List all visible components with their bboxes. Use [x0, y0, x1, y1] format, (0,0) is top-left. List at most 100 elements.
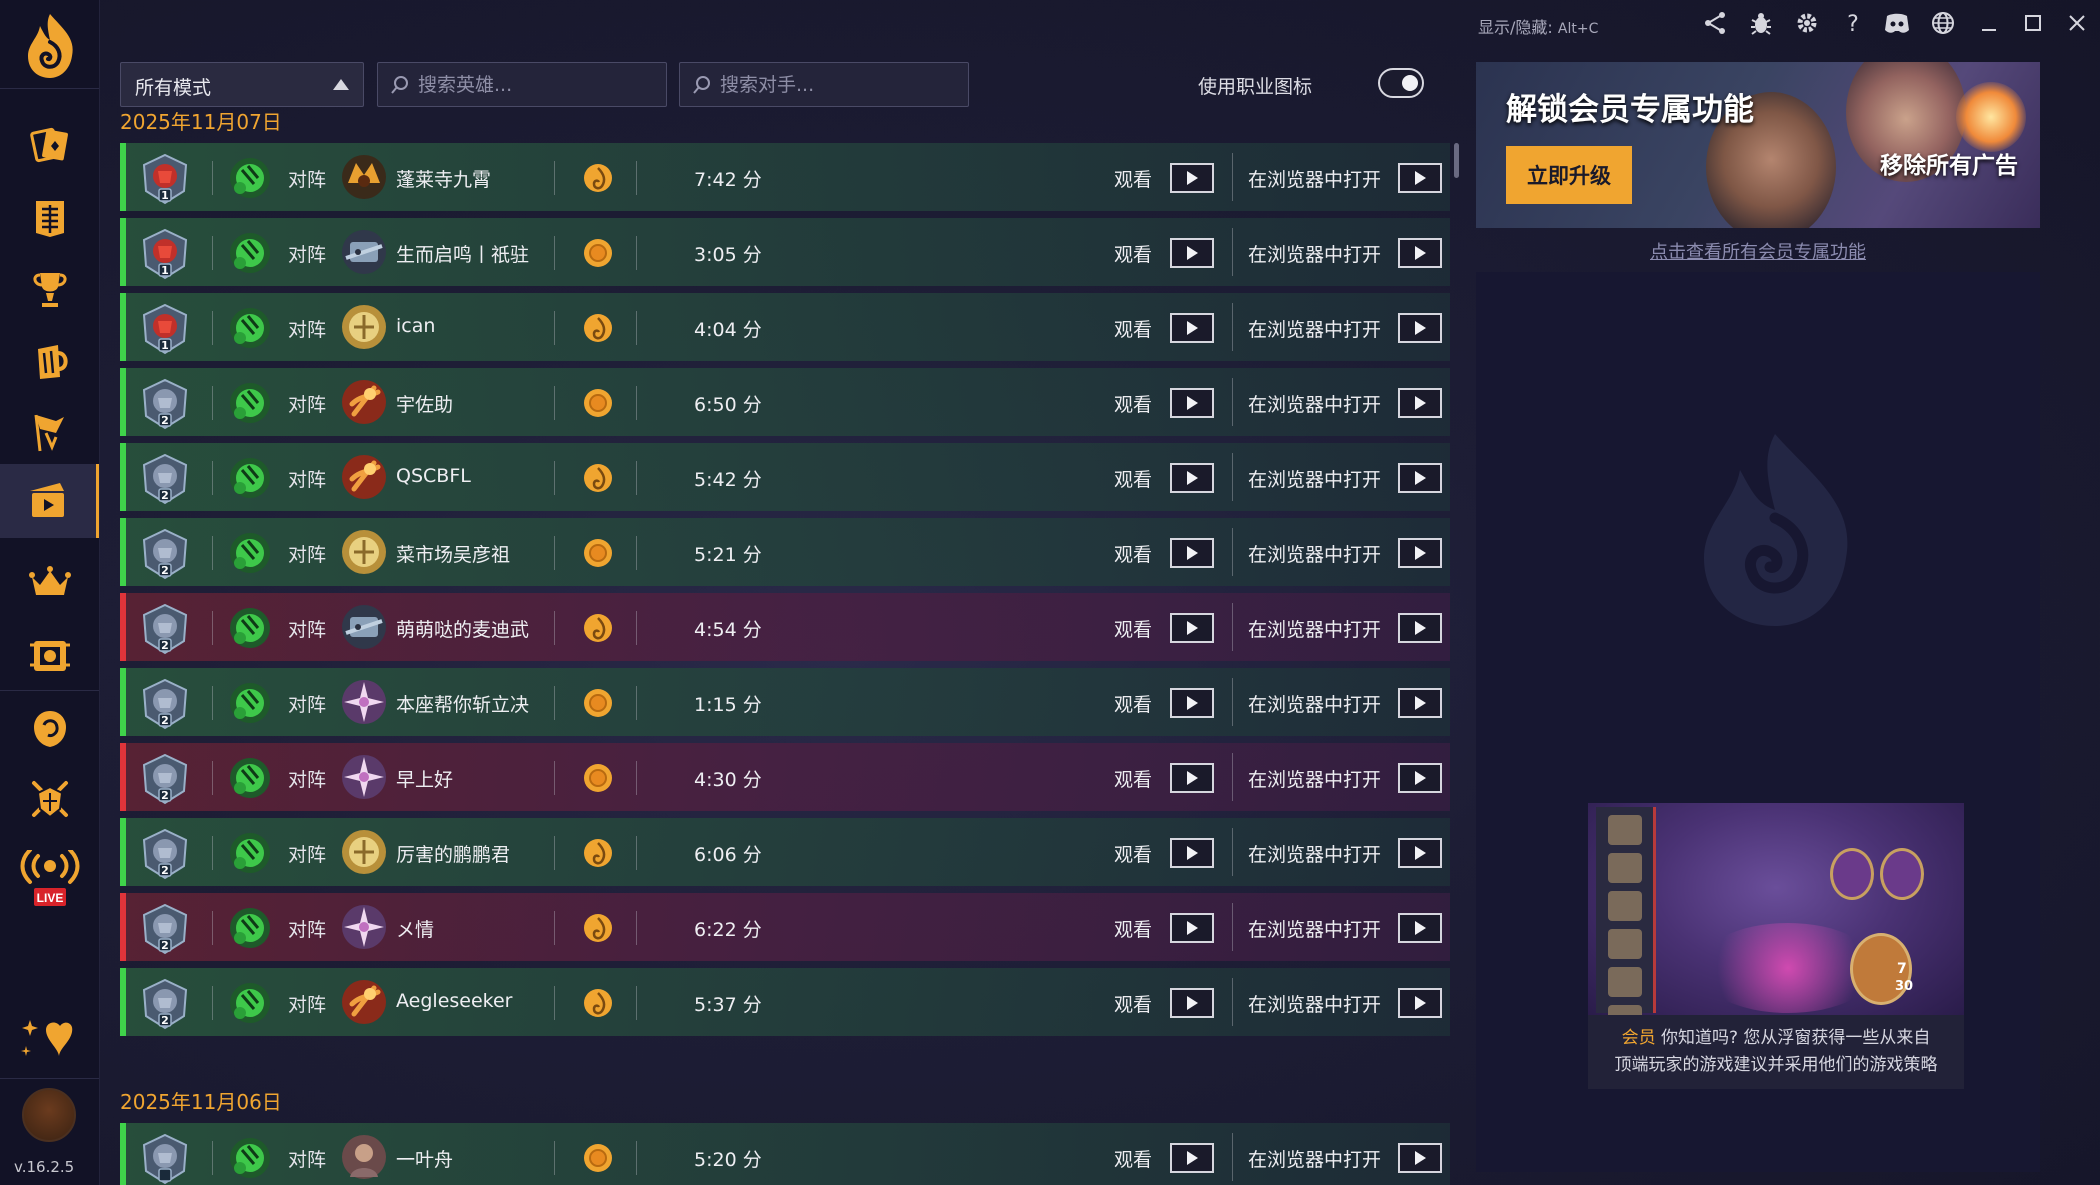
watch-replay-button[interactable] — [1170, 763, 1214, 793]
open-in-browser-label: 在浏览器中打开 — [1248, 169, 1382, 191]
mode-dropdown[interactable]: 所有模式 — [120, 62, 364, 107]
play-icon — [1414, 246, 1426, 260]
play-icon — [1414, 396, 1426, 410]
watch-replay-button[interactable] — [1170, 1143, 1214, 1173]
user-avatar[interactable] — [22, 1088, 76, 1142]
game-row[interactable]: 2 对阵 早上好 4:30 分 观看 在浏览器中打开 — [120, 743, 1450, 811]
open-in-browser-button[interactable] — [1398, 538, 1442, 568]
close-icon[interactable] — [2062, 8, 2092, 38]
promo-title: 解锁会员专属功能 — [1506, 92, 1754, 128]
sidebar-item-tavern[interactable] — [0, 324, 99, 398]
play-icon — [1186, 921, 1198, 935]
help-icon[interactable]: ? — [1838, 8, 1868, 38]
player-class-icon — [230, 158, 270, 198]
player-class-icon — [230, 608, 270, 648]
membership-promo-banner[interactable]: 解锁会员专属功能 立即升级 移除所有广告 — [1476, 62, 2040, 228]
hero-search-input[interactable] — [418, 73, 658, 96]
opponent-search-box[interactable] — [679, 62, 969, 107]
game-row[interactable]: 2 对阵 Aegleseeker 5:37 分 观看 在浏览器中打开 — [120, 968, 1450, 1036]
open-in-browser-label: 在浏览器中打开 — [1248, 844, 1382, 866]
globe-icon[interactable] — [1928, 8, 1958, 38]
watch-replay-button[interactable] — [1170, 388, 1214, 418]
app-logo-flame-icon[interactable] — [20, 12, 80, 80]
play-icon — [1414, 321, 1426, 335]
going-second-coin-icon — [584, 1144, 612, 1172]
open-in-browser-label: 在浏览器中打开 — [1248, 994, 1382, 1016]
view-member-features-link[interactable]: 点击查看所有会员专属功能 — [1476, 238, 2040, 264]
open-in-browser-button[interactable] — [1398, 763, 1442, 793]
open-in-browser-button[interactable] — [1398, 313, 1442, 343]
rank-number: 2 — [161, 639, 169, 652]
watch-replay-button[interactable] — [1170, 163, 1214, 193]
tavern-mug-icon — [37, 345, 68, 379]
open-in-browser-button[interactable] — [1398, 913, 1442, 943]
minimize-icon[interactable] — [1974, 8, 2004, 38]
game-row[interactable]: 1 对阵 蓬莱寺九霄 7:42 分 观看 在浏览器中打开 — [120, 143, 1450, 211]
sidebar-item-mercenary[interactable] — [0, 692, 99, 766]
mech-icon — [342, 230, 386, 274]
share-icon[interactable] — [1700, 8, 1730, 38]
sidebar-item-decks[interactable] — [0, 180, 99, 254]
play-icon — [1414, 771, 1426, 785]
open-in-browser-button[interactable] — [1398, 688, 1442, 718]
open-in-browser-button[interactable] — [1398, 613, 1442, 643]
list-scrollbar[interactable] — [1454, 143, 1459, 178]
game-row[interactable]: 2 对阵 本座帮你斩立决 1:15 分 观看 在浏览器中打开 — [120, 668, 1450, 736]
tip-card[interactable]: 7 30 会员 你知道吗? 您从浮窗获得一些从来自 顶端玩家的游戏建议并采用他们… — [1588, 803, 1964, 1089]
sidebar-item-live[interactable]: LIVE — [18, 848, 82, 910]
deck-list-icon — [35, 201, 64, 237]
watch-replay-button[interactable] — [1170, 313, 1214, 343]
game-row[interactable]: 2 对阵 宇佐助 6:50 分 观看 在浏览器中打开 — [120, 368, 1450, 436]
watch-replay-button[interactable] — [1170, 838, 1214, 868]
player-class-icon — [230, 1138, 270, 1178]
sidebar-item-collection[interactable] — [0, 108, 99, 182]
open-in-browser-button[interactable] — [1398, 988, 1442, 1018]
sidebar-item-achievements[interactable] — [0, 252, 99, 326]
watch-replay-button[interactable] — [1170, 613, 1214, 643]
open-in-browser-button[interactable] — [1398, 388, 1442, 418]
sidebar-item-favorites[interactable] — [18, 1010, 82, 1066]
game-row[interactable]: 2 对阵 厉害的鹏鹏君 6:06 分 观看 在浏览器中打开 — [120, 818, 1450, 886]
watch-replay-button[interactable] — [1170, 988, 1214, 1018]
watch-label: 观看 — [1114, 1149, 1153, 1171]
sidebar-item-replays[interactable] — [0, 464, 99, 538]
game-row[interactable]: 2 对阵 QSCBFL 5:42 分 观看 在浏览器中打开 — [120, 443, 1450, 511]
game-row[interactable]: 1 对阵 ican 4:04 分 观看 在浏览器中打开 — [120, 293, 1450, 361]
maximize-icon[interactable] — [2018, 8, 2048, 38]
opponent-name: QSCBFL — [396, 465, 471, 487]
gear-icon[interactable] — [1792, 8, 1822, 38]
bug-report-icon[interactable] — [1746, 8, 1776, 38]
game-row[interactable]: 对阵 一叶舟 5:20 分 观看 在浏览器中打开 — [120, 1123, 1450, 1185]
app-logo-watermark-icon — [1704, 434, 1848, 626]
sidebar-item-tavern-board[interactable] — [0, 618, 99, 692]
sidebar-item-battlegrounds-duos[interactable] — [0, 762, 99, 836]
upgrade-now-button[interactable]: 立即升级 — [1506, 146, 1632, 204]
open-in-browser-button[interactable] — [1398, 163, 1442, 193]
tip-line-1: 你知道吗? 您从浮窗获得一些从来自 — [1660, 1028, 1931, 1048]
class-icon-toggle[interactable] — [1378, 68, 1424, 98]
watch-replay-button[interactable] — [1170, 463, 1214, 493]
watch-replay-button[interactable] — [1170, 538, 1214, 568]
open-in-browser-button[interactable] — [1398, 1143, 1442, 1173]
open-in-browser-button[interactable] — [1398, 838, 1442, 868]
watch-replay-button[interactable] — [1170, 238, 1214, 268]
minion-portrait — [1830, 848, 1874, 900]
hero-search-box[interactable] — [377, 62, 667, 107]
opponent-search-input[interactable] — [720, 73, 960, 96]
game-row[interactable]: 2 对阵 メ情 6:22 分 观看 在浏览器中打开 — [120, 893, 1450, 961]
player-hero-rank-icon: 1 — [142, 153, 188, 205]
sidebar-item-arena[interactable] — [0, 394, 99, 468]
player-hero-rank-icon: 2 — [142, 453, 188, 505]
open-in-browser-button[interactable] — [1398, 463, 1442, 493]
watch-replay-button[interactable] — [1170, 913, 1214, 943]
game-row[interactable]: 2 对阵 萌萌哒的麦迪武 4:54 分 观看 在浏览器中打开 — [120, 593, 1450, 661]
open-in-browser-button[interactable] — [1398, 238, 1442, 268]
watch-replay-button[interactable] — [1170, 688, 1214, 718]
going-second-coin-icon — [584, 239, 612, 267]
game-row[interactable]: 1 对阵 生而启鸣丨祇驻 3:05 分 观看 在浏览器中打开 — [120, 218, 1450, 286]
vs-label: 对阵 — [288, 1149, 327, 1171]
sidebar-item-battlegrounds[interactable] — [0, 546, 99, 620]
discord-icon[interactable] — [1882, 8, 1912, 38]
game-row[interactable]: 2 对阵 菜市场吴彦祖 5:21 分 观看 在浏览器中打开 — [120, 518, 1450, 586]
open-in-browser-label: 在浏览器中打开 — [1248, 919, 1382, 941]
